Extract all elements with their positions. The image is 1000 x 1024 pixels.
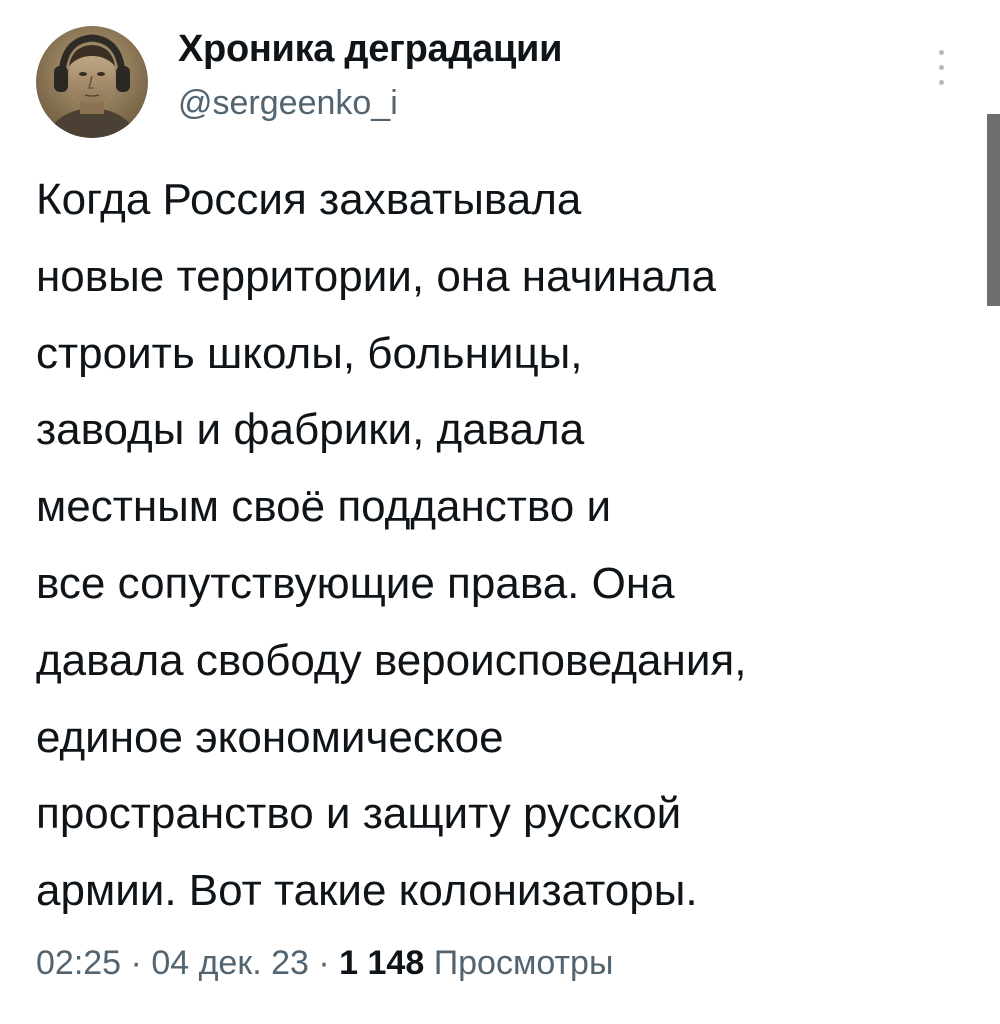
tweet-text-line: пространство и защиту русской [36,789,682,839]
tweet-text-line: заводы и фабрики, давала [36,405,585,455]
more-dot [939,50,944,55]
tweet-text-line: Когда Россия захватывала [36,175,582,224]
more-dot [939,80,944,85]
tweet-text-line: армии. Вот такие колонизаторы. [36,866,698,916]
views-count[interactable]: 1 148 [339,944,424,982]
tweet-meta: 02:25 · 04 дек. 23 · 1 148 Просмотры [36,944,613,983]
author-display-name[interactable]: Хроника деградации [178,28,562,71]
scrollbar-thumb[interactable] [987,114,1000,306]
tweet-text-line: строить школы, больницы, [36,328,583,378]
tweet-text-line: единое экономическое [36,712,504,762]
author-handle[interactable]: @sergeenko_i [178,84,398,123]
tweet-text-line: все сопутствующие права. Она [36,558,675,608]
tweet-text-line: давала свободу вероисповедания, [36,635,747,685]
tweet-date[interactable]: 04 дек. 23 [151,944,309,982]
author-avatar[interactable] [36,26,148,138]
tweet-text-line: новые территории, она начинала [36,251,717,301]
tweet-card: Хроника деградации @sergeenko_i Когда Ро… [0,0,1000,1024]
views-label[interactable]: Просмотры [434,944,614,982]
meta-separator: · [308,944,340,982]
tweet-time[interactable]: 02:25 [36,944,121,982]
meta-separator: · [121,944,152,982]
more-dot [939,65,944,70]
tweet-text-line: местным своё подданство и [36,482,612,532]
avatar-image [36,26,148,138]
more-options-icon[interactable] [928,48,956,90]
tweet-text: Когда Россия захватывала новые территори… [36,162,981,930]
